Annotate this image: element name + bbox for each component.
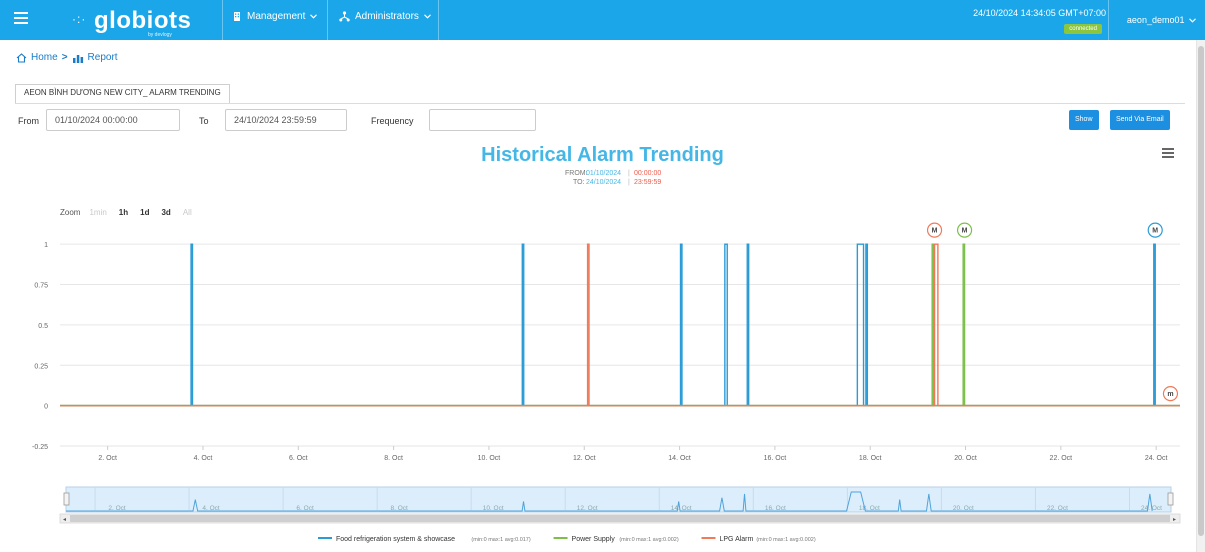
breadcrumb-current[interactable]: Report: [88, 52, 118, 63]
nav-divider: [327, 0, 328, 40]
zoom-all-button[interactable]: All: [180, 206, 195, 219]
frequency-label: Frequency: [371, 116, 414, 126]
hamburger-icon[interactable]: [14, 12, 28, 26]
subtitle-from-date: 01/10/2024: [586, 170, 622, 177]
breadcrumb: Home > Report: [16, 52, 118, 63]
scrollbar-thumb[interactable]: [1198, 46, 1204, 536]
nav-management[interactable]: Management: [232, 11, 318, 22]
zoom-1h-button[interactable]: 1h: [116, 206, 131, 219]
datetime-display: 24/10/2024 14:34:05 GMT+07:00: [973, 8, 1106, 18]
subtitle-from-time: 00:00:00: [634, 170, 662, 177]
network-icon: [339, 11, 350, 22]
top-navbar: ·:· globiots by devlogy Management Admin…: [0, 0, 1205, 40]
to-date-input[interactable]: 24/10/2024 23:59:59: [225, 109, 347, 131]
send-email-button[interactable]: Send Via Email: [1110, 110, 1170, 130]
logo-text: globiots: [94, 7, 192, 34]
nav-administrators[interactable]: Administrators: [339, 11, 431, 22]
show-button[interactable]: Show: [1069, 110, 1099, 130]
logo[interactable]: ·:· globiots by devlogy: [72, 6, 222, 38]
nav-divider: [1108, 0, 1109, 40]
nav-administrators-label: Administrators: [355, 11, 419, 22]
building-icon: [234, 12, 240, 21]
chart-title: Historical Alarm Trending: [481, 144, 724, 166]
tab-divider: [15, 103, 1185, 104]
breadcrumb-separator: >: [61, 52, 68, 63]
zoom-label: Zoom: [60, 208, 81, 217]
from-date-input[interactable]: 01/10/2024 00:00:00: [46, 109, 180, 131]
logo-dots-icon: ·:·: [72, 12, 87, 26]
nav-divider: [222, 0, 223, 40]
subtitle-to-date: 24/10/2024: [586, 179, 622, 186]
status-badge: connected: [1064, 24, 1102, 34]
zoom-1d-button[interactable]: 1d: [137, 206, 152, 219]
chart-menu-icon[interactable]: [1162, 148, 1174, 160]
breadcrumb-home[interactable]: Home: [31, 52, 58, 63]
user-menu[interactable]: aeon_demo01: [1127, 15, 1196, 25]
chevron-down-icon: [423, 14, 431, 19]
subtitle-separator: |: [628, 179, 630, 186]
subtitle-to-label: TO:: [573, 179, 585, 186]
subtitle-to-time: 23:59:59: [634, 179, 662, 186]
tab-report[interactable]: AEON BÌNH DƯƠNG NEW CITY_ ALARM TRENDING: [15, 84, 230, 103]
chevron-down-icon: [1189, 18, 1196, 23]
nav-management-label: Management: [247, 11, 306, 22]
page-scrollbar[interactable]: [1196, 40, 1205, 552]
frequency-input[interactable]: [429, 109, 536, 131]
subtitle-separator: |: [628, 170, 630, 177]
zoom-3d-button[interactable]: 3d: [158, 206, 173, 219]
zoom-1min-button[interactable]: 1min: [86, 206, 109, 219]
chevron-down-icon: [310, 14, 318, 19]
chart-panel: [15, 140, 1190, 552]
bar-chart-icon: [72, 54, 83, 63]
from-label: From: [18, 116, 39, 126]
home-icon: [16, 52, 27, 63]
zoom-selector: Zoom 1min 1h 1d 3d All: [60, 206, 195, 219]
logo-subtext: by devlogy: [148, 32, 172, 38]
to-label: To: [199, 116, 209, 126]
subtitle-from-label: FROM:: [565, 170, 588, 177]
username: aeon_demo01: [1126, 15, 1185, 25]
nav-divider: [438, 0, 439, 40]
